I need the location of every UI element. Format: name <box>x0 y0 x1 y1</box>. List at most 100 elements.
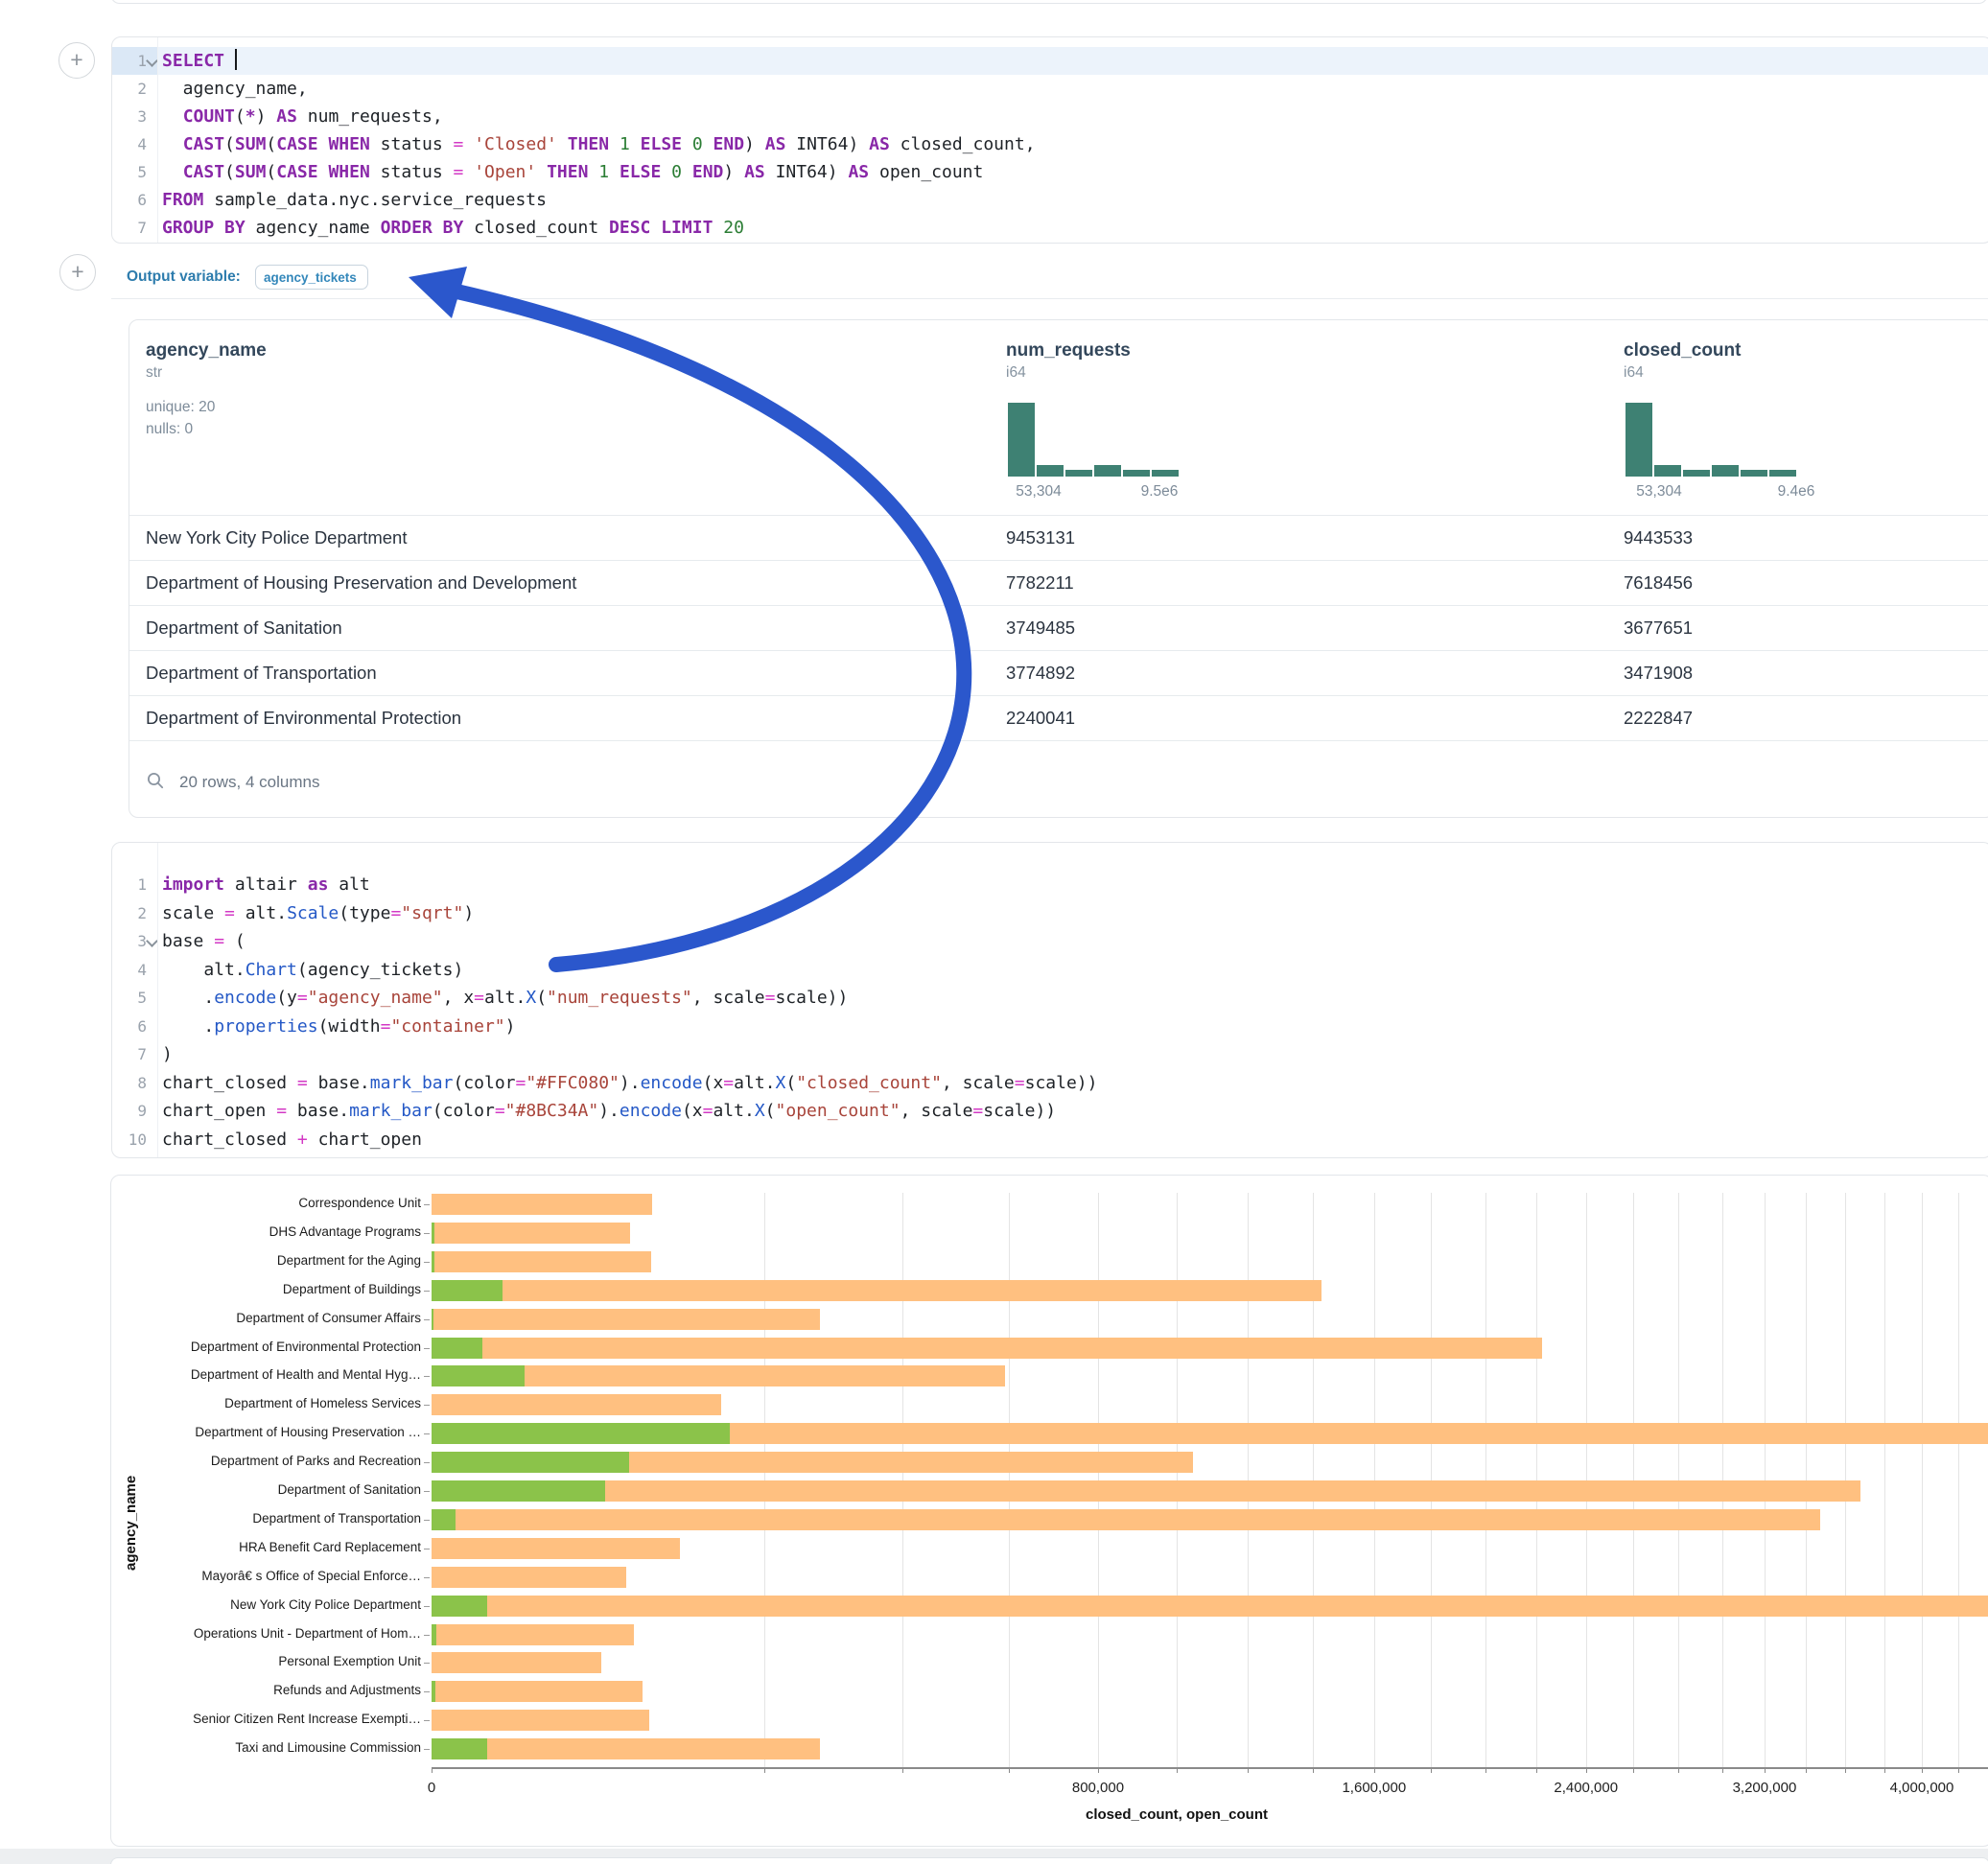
line-number: 4 <box>112 956 147 984</box>
gutter-separator <box>157 37 158 243</box>
closed-count-bar <box>432 1681 643 1702</box>
x-tick-label: 4,000,000 <box>1890 1780 1954 1796</box>
y-tick-label: Department of Sanitation <box>111 1482 421 1497</box>
sql-code-editor[interactable]: 1SELECT 2 agency_name,3 COUNT(*) AS num_… <box>112 37 1988 243</box>
line-number: 7 <box>112 214 147 242</box>
y-axis-title: agency_name <box>123 1476 139 1571</box>
code-line[interactable]: chart_open = base.mark_bar(color="#8BC34… <box>162 1097 1056 1125</box>
search-icon[interactable] <box>146 771 165 790</box>
add-cell-button-below-sql[interactable]: + <box>59 254 96 291</box>
open-count-bar <box>432 1365 525 1386</box>
code-line[interactable]: COUNT(*) AS num_requests, <box>162 103 443 130</box>
table-cell: New York City Police Department <box>146 515 407 560</box>
line-number: 1 <box>112 871 147 898</box>
x-axis-tick <box>1586 1767 1587 1773</box>
code-line[interactable]: import altair as alt <box>162 871 370 898</box>
line-number: 3 <box>112 103 147 130</box>
code-line[interactable]: CAST(SUM(CASE WHEN status = 'Closed' THE… <box>162 130 1036 158</box>
x-axis-tick <box>902 1767 903 1773</box>
open-count-bar <box>432 1624 436 1645</box>
y-axis-tick <box>424 1720 430 1721</box>
code-line[interactable]: agency_name, <box>162 75 308 103</box>
table-cell: 7618456 <box>1624 560 1693 605</box>
y-axis-tick <box>424 1204 430 1205</box>
open-count-bar <box>432 1596 487 1617</box>
closed-count-bar <box>432 1596 1988 1617</box>
code-line[interactable]: .properties(width="container") <box>162 1013 516 1040</box>
x-axis-tick <box>1678 1767 1679 1773</box>
add-cell-button-top[interactable]: + <box>58 42 95 79</box>
y-axis-tick <box>424 1319 430 1320</box>
y-axis-tick <box>424 1291 430 1292</box>
python-code-editor[interactable]: 1import altair as alt2scale = alt.Scale(… <box>112 843 1988 1157</box>
code-line[interactable]: CAST(SUM(CASE WHEN status = 'Open' THEN … <box>162 158 983 186</box>
y-tick-label: Department of Buildings <box>111 1282 421 1296</box>
output-variable-pill[interactable]: agency_tickets <box>255 265 368 290</box>
code-line[interactable]: .encode(y="agency_name", x=alt.X("num_re… <box>162 984 848 1012</box>
y-tick-label: Refunds and Adjustments <box>111 1683 421 1697</box>
table-cell: 2240041 <box>1006 695 1075 740</box>
gutter-separator <box>157 843 158 1157</box>
python-cell: 1import altair as alt2scale = alt.Scale(… <box>111 842 1988 1158</box>
closed-count-bar <box>432 1223 630 1244</box>
previous-cell-edge <box>110 0 1988 4</box>
table-row: New York City Police Department945313194… <box>129 515 1988 561</box>
x-axis-tick <box>432 1767 433 1773</box>
code-line[interactable]: SELECT <box>162 47 237 75</box>
x-axis-tick <box>1633 1767 1634 1773</box>
table-cell: 7782211 <box>1006 560 1074 605</box>
y-axis-tick <box>424 1606 430 1607</box>
column-type-num-requests: i64 <box>1006 364 1026 382</box>
table-row: Department of Sanitation37494853677651 <box>129 605 1988 651</box>
x-axis-tick <box>1845 1767 1846 1773</box>
line-number: 5 <box>112 984 147 1012</box>
line-number: 6 <box>112 186 147 214</box>
y-axis-tick <box>424 1348 430 1349</box>
line-number: 4 <box>112 130 147 158</box>
column-header-num-requests: num_requests <box>1006 340 1131 361</box>
line-number: 5 <box>112 158 147 186</box>
x-axis-tick <box>1374 1767 1375 1773</box>
x-gridline <box>1922 1193 1923 1767</box>
y-axis-tick <box>424 1635 430 1636</box>
x-axis-tick <box>1958 1767 1959 1773</box>
histogram-num-requests <box>1008 403 1181 477</box>
y-axis-tick <box>424 1491 430 1492</box>
table-row: Department of Transportation377489234719… <box>129 650 1988 696</box>
code-fold-chevron-icon[interactable] <box>146 935 158 947</box>
next-cell-edge <box>110 1857 1988 1864</box>
section-divider <box>111 298 1988 299</box>
x-axis-tick <box>1248 1767 1249 1773</box>
chart-card: 0800,0001,600,0002,400,0003,200,0004,000… <box>110 1175 1988 1847</box>
y-axis-tick <box>424 1663 430 1664</box>
closed-count-bar <box>432 1309 820 1330</box>
column-type-closed-count: i64 <box>1624 364 1644 382</box>
dataframe-preview-card: agency_name str unique: 20 nulls: 0 num_… <box>129 319 1988 818</box>
code-line[interactable]: chart_closed = base.mark_bar(color="#FFC… <box>162 1069 1097 1097</box>
histogram-closed-count <box>1625 403 1798 477</box>
open-count-bar <box>432 1309 433 1330</box>
code-line[interactable]: FROM sample_data.nyc.service_requests <box>162 186 547 214</box>
code-line[interactable]: ) <box>162 1040 173 1068</box>
x-axis-tick <box>1431 1767 1432 1773</box>
x-axis-tick <box>1722 1767 1723 1773</box>
y-axis-tick <box>424 1749 430 1750</box>
code-line[interactable]: GROUP BY agency_name ORDER BY closed_cou… <box>162 214 744 242</box>
code-line[interactable]: scale = alt.Scale(type="sqrt") <box>162 899 474 927</box>
y-tick-label: HRA Benefit Card Replacement <box>111 1540 421 1554</box>
code-line[interactable]: chart_closed + chart_open <box>162 1126 422 1153</box>
y-axis-tick <box>424 1262 430 1263</box>
x-axis-tick <box>1922 1767 1923 1773</box>
y-axis-tick <box>424 1233 430 1234</box>
open-count-bar <box>432 1251 434 1272</box>
y-tick-label: Department of Parks and Recreation <box>111 1454 421 1468</box>
x-tick-label: 0 <box>428 1780 435 1796</box>
code-line[interactable]: base = ( <box>162 927 246 955</box>
line-number: 3 <box>112 927 147 955</box>
code-line[interactable]: alt.Chart(agency_tickets) <box>162 956 463 984</box>
x-axis-tick <box>1009 1767 1010 1773</box>
y-axis-tick <box>424 1433 430 1434</box>
x-axis-tick <box>1806 1767 1807 1773</box>
y-tick-label: Senior Citizen Rent Increase Exempti… <box>111 1712 421 1726</box>
closed-count-bar <box>432 1710 649 1731</box>
